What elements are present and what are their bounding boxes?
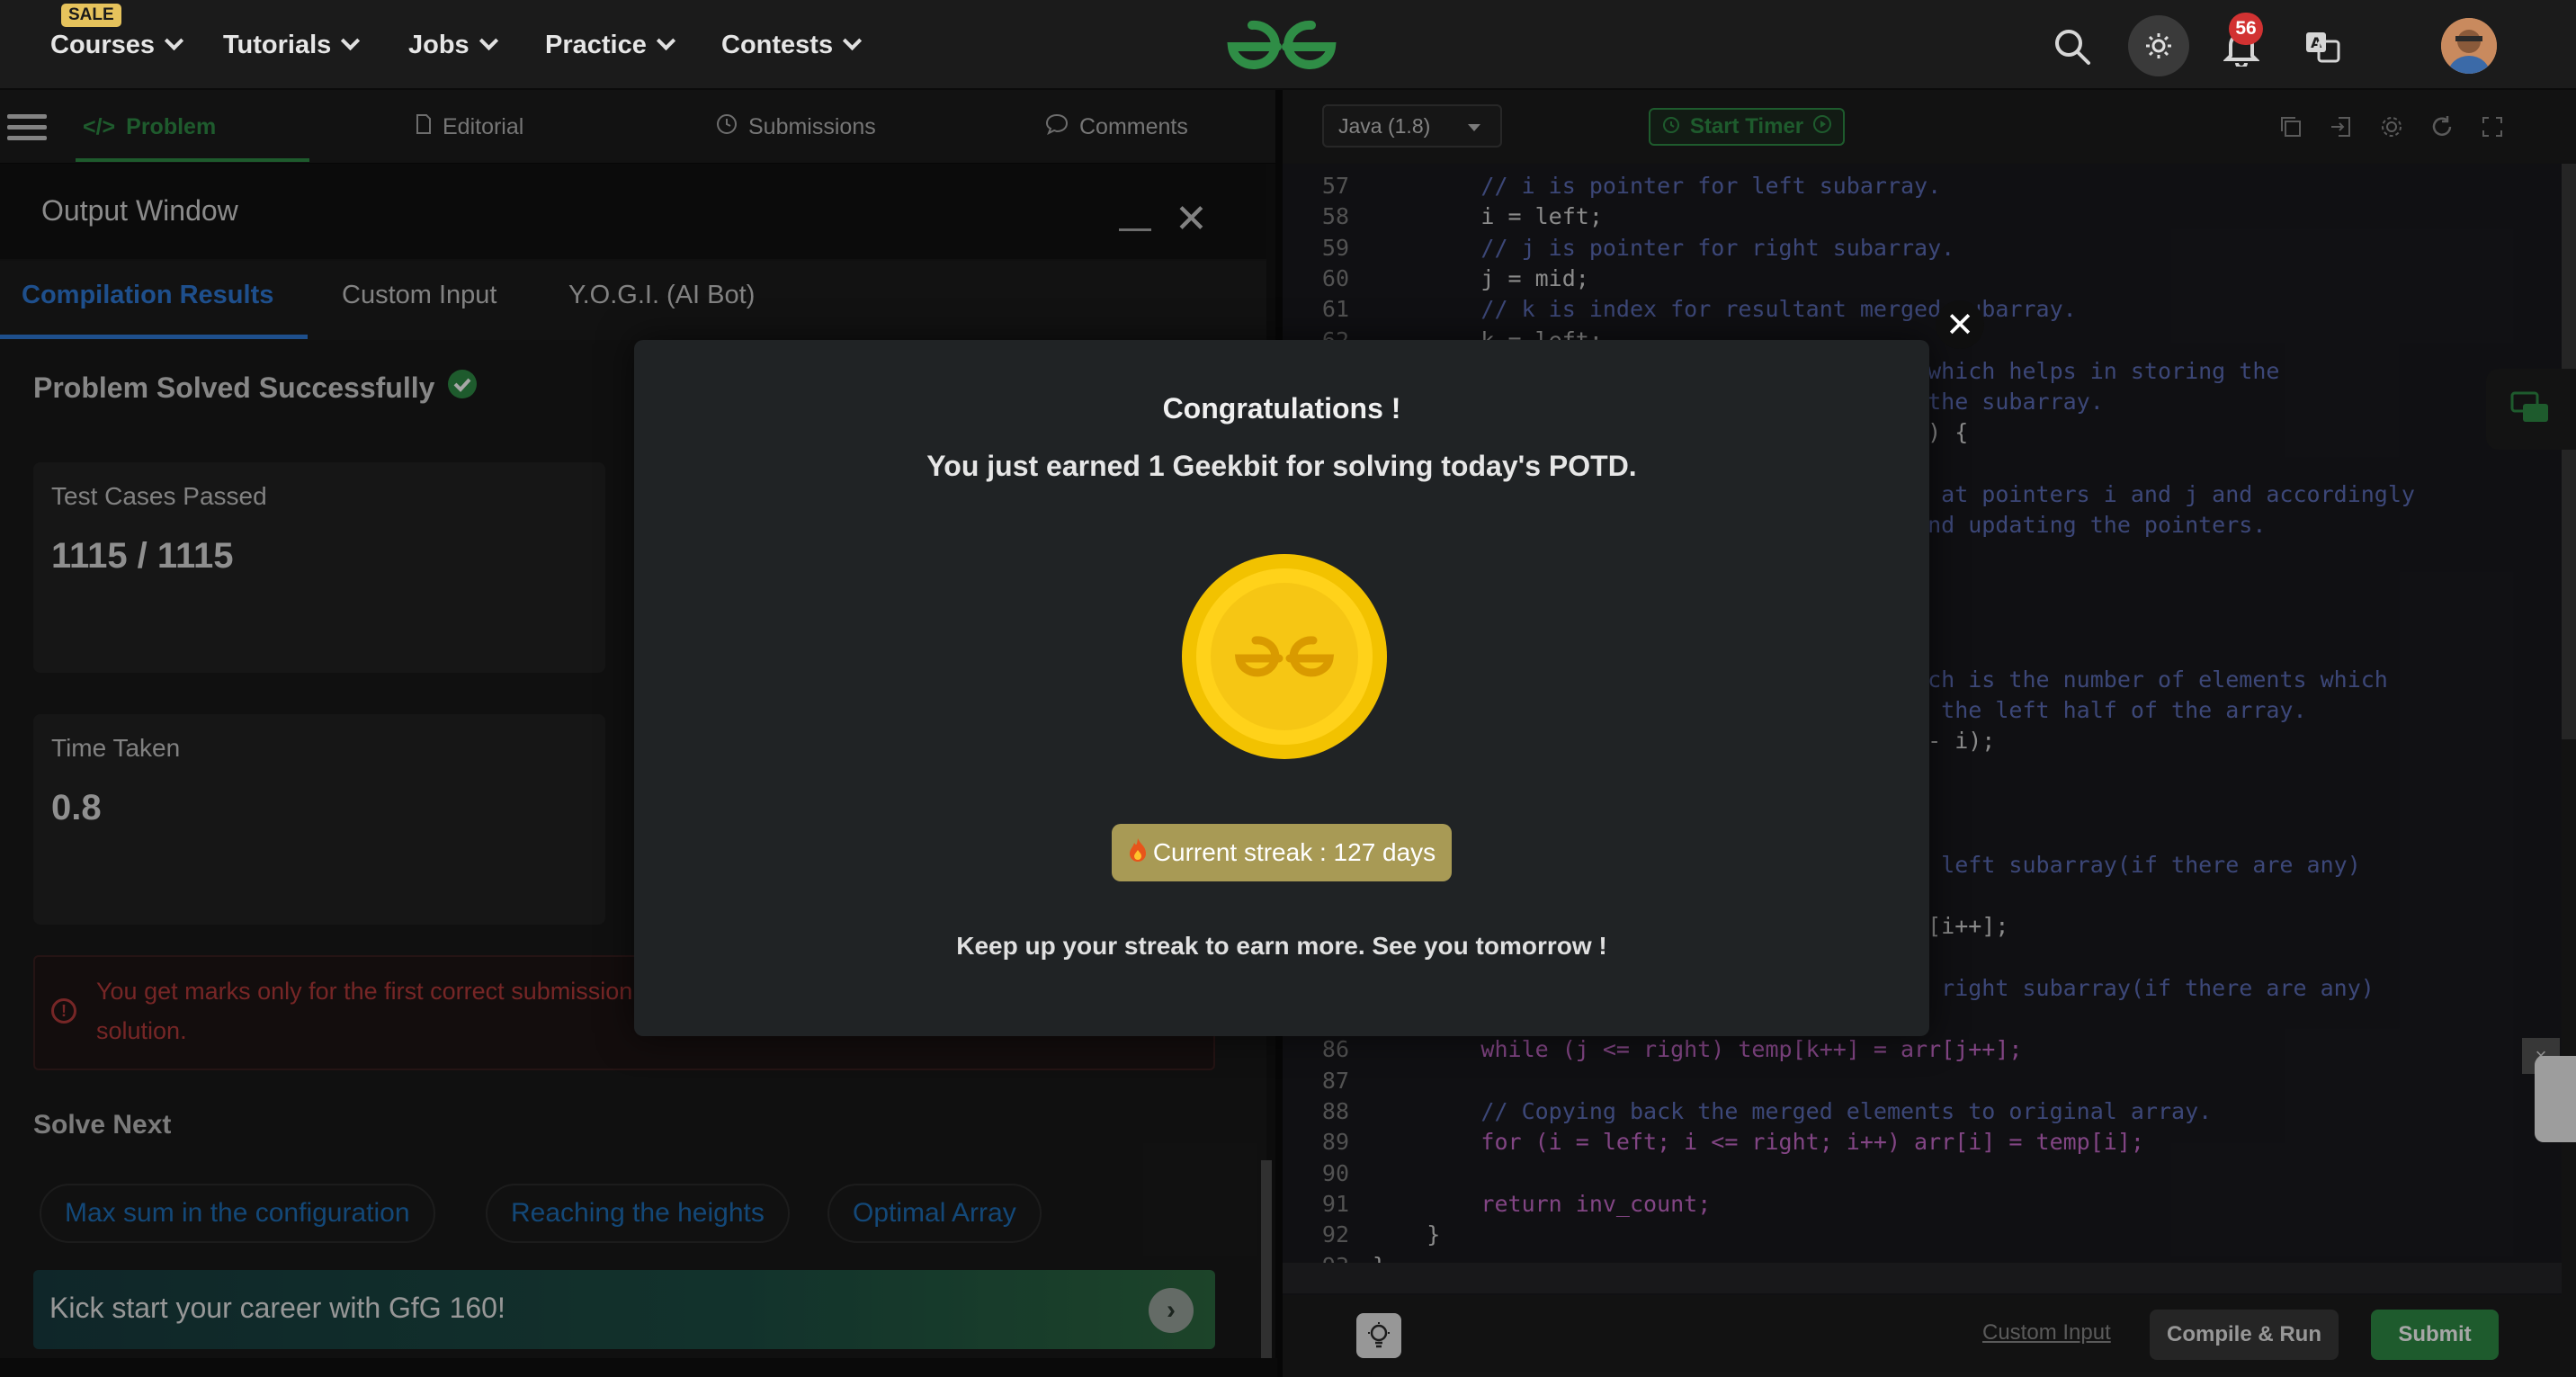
nav-jobs[interactable]: Jobs (408, 27, 498, 63)
chevron-down-icon (164, 31, 184, 50)
nav-tutorials[interactable]: Tutorials (223, 27, 361, 63)
modal-title: Congratulations ! (1162, 392, 1401, 425)
streak-badge: Current streak : 127 days (1112, 824, 1452, 881)
nav-practice[interactable]: Practice (545, 27, 675, 63)
chevron-down-icon (341, 31, 361, 50)
nav-contests[interactable]: Contests (721, 27, 863, 63)
chevron-down-icon (842, 31, 863, 50)
modal-footer-text: Keep up your streak to earn more. See yo… (956, 932, 1607, 960)
notification-count-badge: 56 (2229, 13, 2263, 45)
gfg-logo[interactable] (1223, 16, 1340, 80)
sun-icon (2146, 33, 2171, 58)
chevron-down-icon (656, 31, 675, 50)
nav-contests-label: Contests (721, 30, 834, 59)
avatar[interactable] (2441, 18, 2497, 74)
nav-practice-label: Practice (545, 30, 647, 59)
search-icon[interactable] (2045, 20, 2099, 74)
close-icon[interactable]: ✕ (1936, 300, 1984, 349)
top-navigation: SALE Courses Tutorials Jobs Practice Con… (0, 0, 2576, 90)
sale-badge: SALE (61, 4, 121, 27)
streak-text: Current streak : 127 days (1152, 838, 1436, 866)
translate-icon[interactable]: A (2295, 20, 2349, 74)
chevron-down-icon (479, 31, 498, 50)
geekbit-coin-icon (1180, 552, 1389, 761)
theme-toggle-button[interactable] (2128, 15, 2189, 76)
nav-jobs-label: Jobs (408, 30, 470, 59)
nav-courses[interactable]: Courses (50, 27, 184, 63)
fire-icon (1128, 837, 1148, 869)
nav-courses-label: Courses (50, 30, 156, 59)
modal-message: You just earned 1 Geekbit for solving to… (926, 450, 1637, 482)
nav-tutorials-label: Tutorials (223, 30, 332, 59)
